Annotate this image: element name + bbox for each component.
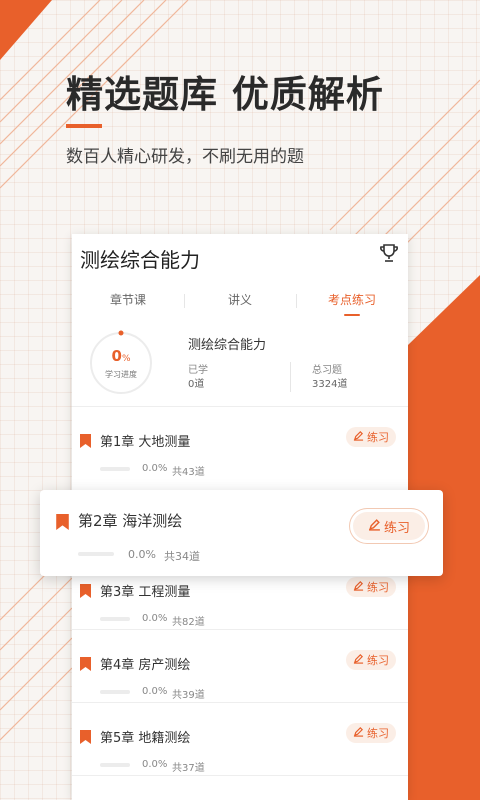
pencil-icon	[353, 653, 364, 667]
trophy-icon[interactable]	[378, 242, 400, 268]
hero-subtitle: 数百人精心研发，不刷无用的题	[66, 147, 304, 167]
chapter-row[interactable]: 第1章 大地测量 0.0% 共43道 练习	[72, 406, 408, 478]
pencil-icon	[353, 726, 364, 740]
bookmark-icon	[80, 656, 91, 675]
chapter-progress-bar	[78, 552, 114, 556]
tab-bar: 章节课 讲义 考点练习	[72, 286, 408, 320]
total-value: 3324道	[312, 379, 348, 390]
chapter-progress-bar	[100, 467, 130, 471]
practice-label: 练习	[383, 520, 410, 536]
chapter-percent: 0.0%	[128, 548, 156, 561]
tab-chapter-course[interactable]: 章节课	[72, 286, 184, 320]
chapter-title: 第3章 工程测量	[100, 585, 191, 600]
pencil-icon	[368, 518, 381, 535]
chapter-percent: 0.0%	[142, 686, 168, 697]
chapter-title: 第5章 地籍测绘	[100, 731, 191, 746]
chapter-title: 第4章 房产测绘	[100, 658, 191, 673]
pencil-icon	[353, 430, 364, 444]
chapter-row-partial	[72, 775, 408, 800]
practice-button[interactable]: 练习	[346, 723, 396, 743]
progress-ring: 0% 学习进度	[88, 330, 154, 396]
chapter-total: 共82道	[172, 617, 205, 628]
chapter-row-highlighted[interactable]: 第2章 海洋测绘 0.0% 共34道 练习	[40, 490, 443, 576]
subject-name: 测绘综合能力	[188, 338, 267, 353]
chapter-progress-bar	[100, 690, 130, 694]
bookmark-icon	[56, 514, 69, 534]
chapter-progress-bar	[100, 763, 130, 767]
bookmark-icon	[80, 729, 91, 748]
progress-unit: %	[121, 354, 131, 364]
hero-underline	[66, 124, 102, 128]
chapter-progress-bar	[100, 617, 130, 621]
hero-title: 精选题库 优质解析	[66, 73, 384, 116]
practice-button[interactable]: 练习	[346, 427, 396, 447]
chapter-percent: 0.0%	[142, 613, 168, 624]
chapter-title: 第1章 大地测量	[100, 435, 191, 450]
progress-label: 学习进度	[105, 370, 137, 379]
tab-topic-practice[interactable]: 考点练习	[296, 286, 408, 320]
total-stat: 总习题 3324道	[312, 364, 347, 392]
learned-label: 已学	[188, 365, 208, 376]
chapter-total: 共39道	[172, 690, 205, 701]
bookmark-icon	[80, 583, 91, 602]
card-title: 测绘综合能力	[80, 248, 200, 272]
practice-button[interactable]: 练习	[346, 577, 396, 597]
tab-handout[interactable]: 讲义	[184, 286, 296, 320]
practice-label: 练习	[367, 727, 389, 740]
pencil-icon	[353, 580, 364, 594]
chapter-total: 共37道	[172, 763, 205, 774]
stat-divider	[290, 362, 291, 392]
practice-label: 练习	[367, 654, 389, 667]
practice-button[interactable]: 练习	[346, 650, 396, 670]
practice-label: 练习	[367, 431, 389, 444]
chapter-row[interactable]: 第4章 房产测绘 0.0% 共39道 练习	[72, 629, 408, 701]
learned-stat: 已学 0道	[188, 364, 208, 392]
bookmark-icon	[80, 433, 91, 452]
chapter-total: 共43道	[172, 467, 205, 478]
practice-button[interactable]: 练习	[353, 512, 425, 540]
progress-value: 0	[111, 347, 122, 365]
total-label: 总习题	[312, 365, 342, 376]
practice-label: 练习	[367, 581, 389, 594]
chapter-total: 共34道	[164, 550, 200, 563]
chapter-percent: 0.0%	[142, 463, 168, 474]
chapter-row[interactable]: 第5章 地籍测绘 0.0% 共37道 练习	[72, 702, 408, 774]
learned-value: 0道	[188, 379, 205, 390]
chapter-title: 第2章 海洋测绘	[78, 512, 183, 530]
chapter-percent: 0.0%	[142, 759, 168, 770]
